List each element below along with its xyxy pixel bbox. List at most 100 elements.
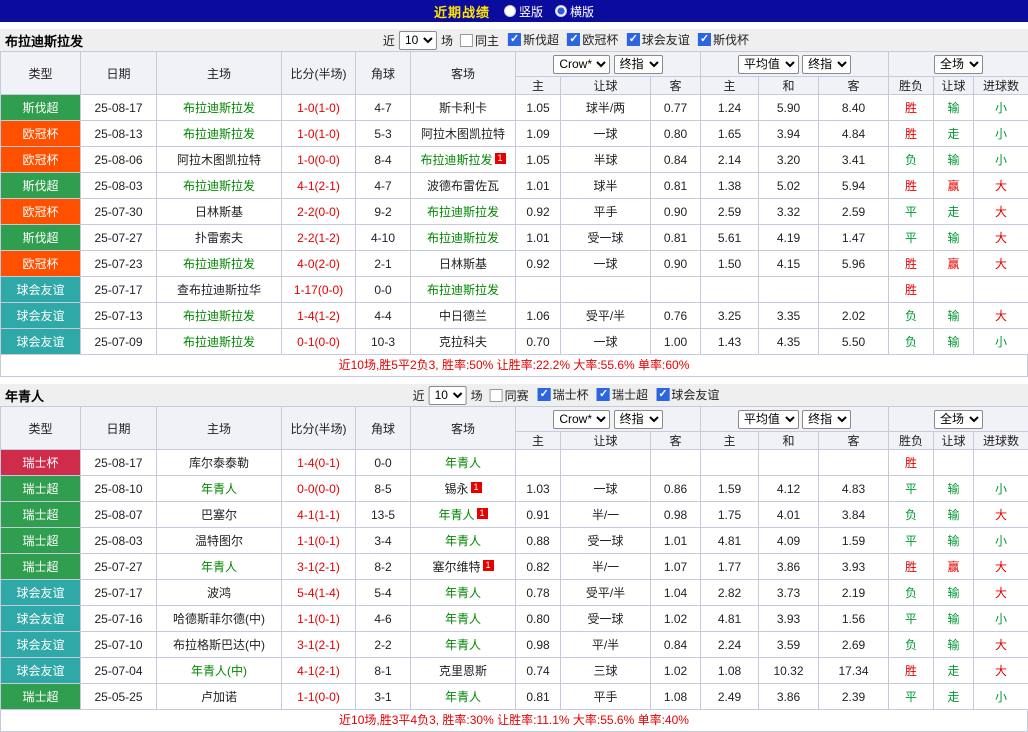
away-team-cell: 年青人1: [411, 528, 516, 554]
avg-away-odds: 5.96: [819, 251, 889, 277]
home-team-name: 温特图尔: [195, 534, 243, 548]
handicap-home-odds: 1.01: [516, 225, 561, 251]
recent-count-select[interactable]: 10: [429, 386, 467, 405]
away-team-cell: 年青人1: [411, 450, 516, 476]
subcol-outcome: 胜负: [889, 432, 934, 450]
europe-time-select[interactable]: 终指: [802, 410, 851, 429]
result-goals: [974, 277, 1028, 303]
away-team-cell: 年青人1: [411, 684, 516, 710]
horizontal-radio[interactable]: [555, 5, 567, 17]
match-row: 斯伐超 25-07-27 扑雷索夫1 2-2(1-2) 4-10 布拉迪斯拉发1…: [1, 225, 1028, 251]
layout-vertical-option[interactable]: 竖版: [504, 3, 543, 20]
league-filter-checkbox[interactable]: [597, 388, 610, 401]
result-outcome: 胜: [889, 121, 934, 147]
home-team-name: 年青人(中): [191, 664, 247, 678]
away-team-cell: 年青人1: [411, 632, 516, 658]
handicap-home-odds: 1.05: [516, 147, 561, 173]
handicap-line: 半/一: [561, 502, 651, 528]
same-venue-filter[interactable]: 同主: [460, 32, 499, 49]
league-filter-checkbox[interactable]: [627, 33, 640, 46]
avg-away-odds: 3.93: [819, 554, 889, 580]
col-away: 客场: [411, 407, 516, 450]
result-goals: 小: [974, 121, 1028, 147]
bookmaker-select[interactable]: Crow*: [553, 410, 610, 429]
league-filter[interactable]: 球会友谊: [627, 31, 690, 48]
league-cell: 球会友谊: [1, 303, 81, 329]
corners-cell: 4-6: [356, 606, 411, 632]
league-filter-checkbox[interactable]: [656, 388, 669, 401]
away-team-name: 布拉迪斯拉发: [427, 231, 499, 245]
date-cell: 25-07-17: [81, 277, 157, 303]
average-odds-select[interactable]: 平均值: [738, 410, 799, 429]
corners-cell: 2-2: [356, 632, 411, 658]
league-filter-label: 斯伐杯: [713, 31, 749, 48]
away-team-name: 克里恩斯: [439, 664, 487, 678]
result-handicap: 赢: [934, 251, 974, 277]
home-team-cell: 年青人(中)1: [157, 658, 282, 684]
result-outcome: 胜: [889, 173, 934, 199]
league-filter-checkbox[interactable]: [567, 33, 580, 46]
section-summary: 近10场,胜3平4负3, 胜率:30% 让胜率:11.1% 大率:55.6% 单…: [0, 710, 1028, 732]
score-cell: 1-1(0-1): [282, 528, 356, 554]
league-filter-checkbox[interactable]: [538, 388, 551, 401]
league-filter[interactable]: 斯伐超: [508, 31, 559, 48]
same-venue-filter[interactable]: 同赛: [490, 387, 529, 404]
section-team-name: 布拉迪斯拉发: [5, 31, 83, 50]
subcol-avg-away: 客: [819, 432, 889, 450]
result-handicap: 走: [934, 684, 974, 710]
handicap-away-odds: 1.02: [651, 606, 701, 632]
avg-draw-odds: [759, 277, 819, 303]
league-filter-label: 球会友谊: [642, 31, 690, 48]
league-filter[interactable]: 瑞士杯: [538, 386, 589, 403]
date-cell: 25-07-27: [81, 554, 157, 580]
handicap-time-select[interactable]: 终指: [614, 410, 663, 429]
date-cell: 25-08-13: [81, 121, 157, 147]
vertical-radio[interactable]: [504, 5, 516, 17]
league-filter[interactable]: 瑞士超: [597, 386, 648, 403]
red-card-badge: 1: [471, 482, 482, 493]
league-filters: 瑞士杯 瑞士超 球会友谊: [533, 386, 720, 404]
bookmaker-select[interactable]: Crow*: [553, 55, 610, 74]
fulltime-select[interactable]: 全场: [934, 410, 983, 429]
avg-home-odds: [701, 277, 759, 303]
recent-count-select[interactable]: 10: [399, 31, 437, 50]
result-goals: 大: [974, 580, 1028, 606]
europe-time-select[interactable]: 终指: [802, 55, 851, 74]
result-goals: 小: [974, 528, 1028, 554]
handicap-away-odds: 1.07: [651, 554, 701, 580]
avg-away-odds: 3.84: [819, 502, 889, 528]
sections-container: 布拉迪斯拉发 近 10 场 同主: [0, 29, 1028, 732]
away-team-cell: 日林斯基1: [411, 251, 516, 277]
handicap-line: 一球: [561, 121, 651, 147]
handicap-time-select[interactable]: 终指: [614, 55, 663, 74]
home-team-cell: 布拉格斯巴达(中)1: [157, 632, 282, 658]
average-odds-select[interactable]: 平均值: [738, 55, 799, 74]
fulltime-select[interactable]: 全场: [934, 55, 983, 74]
team-section: 布拉迪斯拉发 近 10 场 同主: [0, 29, 1028, 377]
same-venue-checkbox[interactable]: [460, 34, 473, 47]
layout-horizontal-option[interactable]: 横版: [555, 3, 594, 20]
avg-home-odds: 5.61: [701, 225, 759, 251]
handicap-home-odds: 0.78: [516, 580, 561, 606]
league-filter-label: 欧冠杯: [582, 31, 618, 48]
avg-home-odds: 1.24: [701, 95, 759, 121]
subcol-handicap-home: 主: [516, 77, 561, 95]
avg-home-odds: 2.59: [701, 199, 759, 225]
avg-away-odds: 4.83: [819, 476, 889, 502]
score-cell: 3-1(2-1): [282, 632, 356, 658]
league-filter[interactable]: 斯伐杯: [698, 31, 749, 48]
same-venue-checkbox[interactable]: [490, 389, 503, 402]
league-filter[interactable]: 球会友谊: [656, 386, 719, 403]
league-filter-checkbox[interactable]: [508, 33, 521, 46]
corners-cell: 4-4: [356, 303, 411, 329]
away-team-cell: 年青人1: [411, 580, 516, 606]
away-team-cell: 克拉科夫1: [411, 329, 516, 355]
league-filter-checkbox[interactable]: [698, 33, 711, 46]
home-team-name: 年青人: [201, 482, 237, 496]
league-cell: 斯伐超: [1, 225, 81, 251]
result-outcome: 胜: [889, 95, 934, 121]
away-team-name: 斯卡利卡: [439, 101, 487, 115]
away-team-name: 布拉迪斯拉发: [427, 205, 499, 219]
league-cell: 瑞士超: [1, 554, 81, 580]
league-filter[interactable]: 欧冠杯: [567, 31, 618, 48]
